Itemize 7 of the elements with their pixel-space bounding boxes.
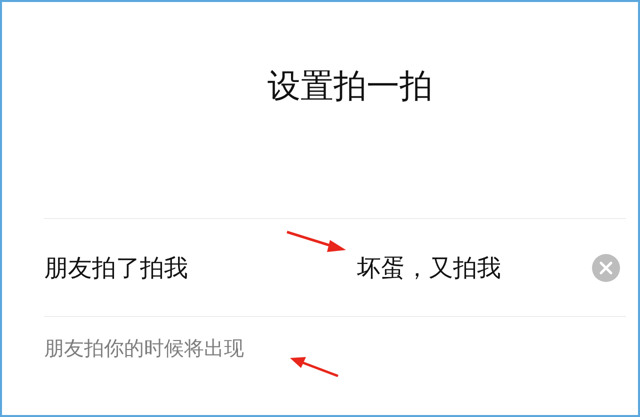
arrow xyxy=(290,357,338,378)
input-field[interactable]: 坏蛋，又拍我 xyxy=(357,254,592,282)
arrow xyxy=(286,230,346,252)
field-label: 朋友拍了拍我 xyxy=(44,252,189,284)
dialog-title: 设置拍一拍 xyxy=(266,65,432,107)
hint-text: 朋友拍你的时候将出现 xyxy=(44,335,244,362)
clear-icon[interactable] xyxy=(592,254,620,282)
